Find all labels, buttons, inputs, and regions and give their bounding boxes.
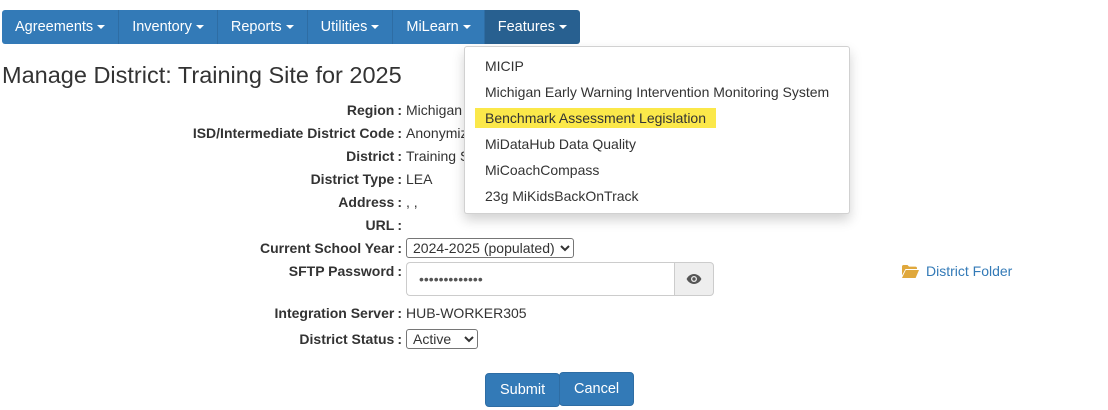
caret-down-icon <box>371 25 380 29</box>
submit-button[interactable]: Submit <box>485 373 561 407</box>
integration-row: Integration Server: HUB-WORKER305 <box>0 302 1108 324</box>
cancel-button[interactable]: Cancel <box>559 372 635 406</box>
nav-label: Utilities <box>320 19 368 35</box>
menu-item-ewims[interactable]: Michigan Early Warning Intervention Moni… <box>465 79 849 105</box>
caret-down-icon <box>195 25 204 29</box>
status-row: District Status: Active <box>0 328 1108 350</box>
nav-inventory[interactable]: Inventory <box>119 10 218 44</box>
menu-item-micoachcompass[interactable]: MiCoachCompass <box>465 157 849 183</box>
nav-agreements[interactable]: Agreements <box>2 10 120 44</box>
isd-value: Anonymiz <box>406 125 468 141</box>
nav-milearn[interactable]: MiLearn <box>393 10 485 44</box>
menu-item-label: 23g MiKidsBackOnTrack <box>485 188 639 204</box>
nav-label: Reports <box>230 19 282 35</box>
colon: : <box>397 125 402 141</box>
menu-item-label: MiDataHub Data Quality <box>485 136 636 152</box>
menu-item-midatahub-data-quality[interactable]: MiDataHub Data Quality <box>465 131 849 157</box>
address-value: , , <box>406 194 418 210</box>
colon: : <box>397 171 402 187</box>
isd-label: ISD/Intermediate District Code <box>192 125 395 141</box>
nav-reports[interactable]: Reports <box>217 10 308 44</box>
district-folder-label: District Folder <box>926 263 1013 279</box>
colon: : <box>397 148 402 164</box>
colon: : <box>397 305 402 321</box>
school-year-row: Current School Year: 2024-2025 (populate… <box>0 237 1108 259</box>
colon: : <box>397 263 402 279</box>
main-navbar: Agreements Inventory Reports Utilities M… <box>2 10 580 44</box>
caret-down-icon <box>558 25 567 29</box>
features-dropdown-menu: MICIP Michigan Early Warning Interventio… <box>464 46 850 214</box>
integration-value: HUB-WORKER305 <box>406 305 527 321</box>
status-label: District Status <box>299 331 395 347</box>
school-year-label: Current School Year <box>259 240 395 256</box>
nav-features[interactable]: Features <box>484 10 580 44</box>
sftp-password-input[interactable] <box>406 262 674 296</box>
colon: : <box>397 240 402 256</box>
menu-item-label: Benchmark Assessment Legislation <box>475 108 716 128</box>
region-value: Michigan <box>406 102 463 118</box>
district-value: Training S <box>406 148 470 164</box>
colon: : <box>397 194 402 210</box>
caret-down-icon <box>462 25 471 29</box>
district-folder-link[interactable]: District Folder <box>902 263 1012 279</box>
show-password-button[interactable] <box>674 262 714 296</box>
menu-item-mikidsbackontrack[interactable]: 23g MiKidsBackOnTrack <box>465 183 849 209</box>
sftp-label: SFTP Password <box>288 263 395 279</box>
district-type-value: LEA <box>406 171 433 187</box>
menu-item-label: Michigan Early Warning Intervention Moni… <box>485 84 830 100</box>
nav-label: Features <box>497 19 555 35</box>
sftp-password-group <box>406 262 714 296</box>
nav-utilities[interactable]: Utilities <box>307 10 394 44</box>
colon: : <box>397 217 402 233</box>
colon: : <box>397 102 402 118</box>
menu-item-micip[interactable]: MICIP <box>465 53 849 79</box>
nav-label: Inventory <box>132 19 192 35</box>
menu-item-label: MICIP <box>485 58 524 74</box>
url-row: URL: <box>0 214 1108 236</box>
nav-label: Agreements <box>15 19 94 35</box>
folder-open-icon <box>902 264 919 278</box>
district-status-select[interactable]: Active <box>406 329 478 349</box>
integration-label: Integration Server <box>274 305 395 321</box>
district-label: District <box>346 148 395 164</box>
menu-item-label: MiCoachCompass <box>485 162 600 178</box>
caret-down-icon <box>285 25 294 29</box>
school-year-select[interactable]: 2024-2025 (populated) <box>406 238 574 258</box>
menu-item-benchmark-assessment[interactable]: Benchmark Assessment Legislation <box>465 105 849 131</box>
region-label: Region <box>346 102 395 118</box>
caret-down-icon <box>97 25 106 29</box>
eye-icon <box>686 274 702 284</box>
address-label: Address <box>338 194 395 210</box>
district-type-label: District Type <box>310 171 395 187</box>
nav-label: MiLearn <box>406 19 459 35</box>
url-label: URL <box>365 217 395 233</box>
page-title: Manage District: Training Site for 2025 <box>2 62 402 88</box>
colon: : <box>397 331 402 347</box>
